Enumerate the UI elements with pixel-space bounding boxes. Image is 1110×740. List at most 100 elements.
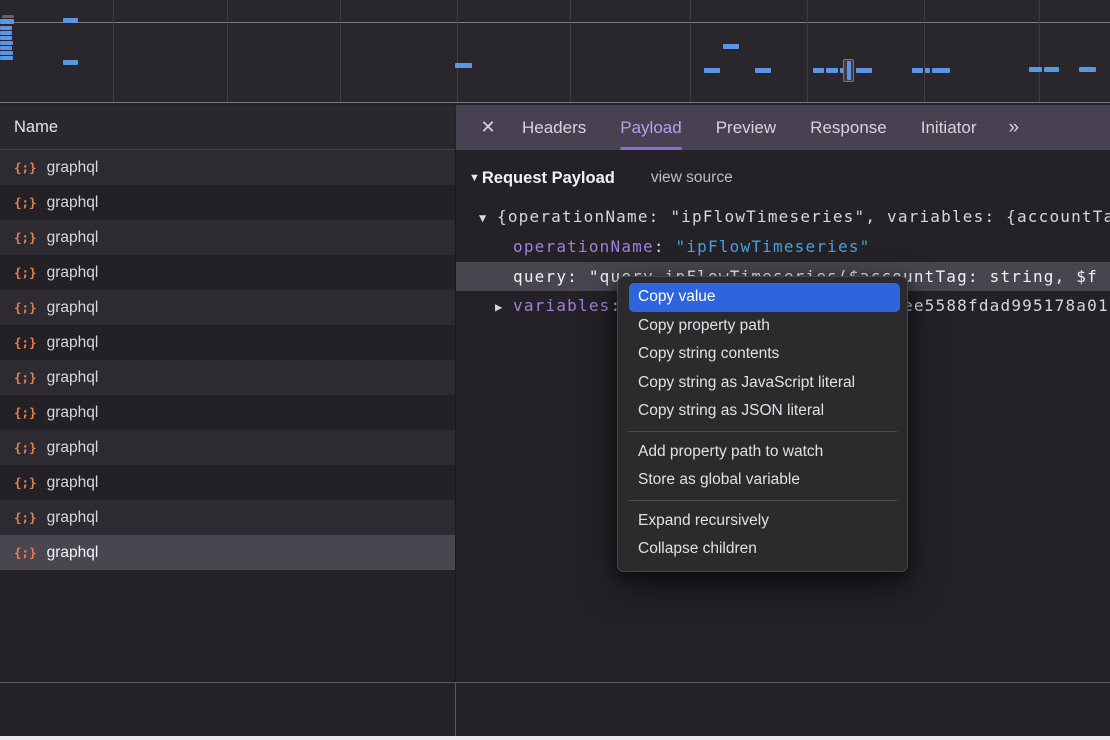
network-activity-bar: [0, 26, 12, 30]
menu-item-copy-string-as-javascript-literal[interactable]: Copy string as JavaScript literal: [629, 369, 900, 398]
key-value-separator: :: [654, 237, 676, 256]
collapsed-arrow-icon[interactable]: ▶: [495, 293, 513, 322]
network-activity-bar: [455, 63, 472, 68]
expand-arrow-icon[interactable]: ▼: [479, 204, 497, 233]
tab-payload[interactable]: Payload: [620, 105, 681, 150]
property-key: variables: [513, 296, 611, 315]
request-row[interactable]: {;} graphql: [0, 150, 455, 185]
request-name: graphql: [47, 299, 99, 317]
json-icon: {;}: [14, 510, 37, 525]
json-icon: {;}: [14, 195, 37, 210]
overview-gridline: [340, 0, 341, 102]
request-row[interactable]: {;}graphql: [0, 465, 455, 500]
request-row[interactable]: {;}graphql: [0, 220, 455, 255]
request-name: graphql: [47, 229, 99, 247]
overview-gridline: [457, 0, 458, 102]
menu-item-copy-value[interactable]: Copy value: [629, 283, 900, 312]
close-icon[interactable]: ✕: [478, 117, 498, 138]
menu-item-store-as-global-variable[interactable]: Store as global variable: [629, 466, 900, 495]
overview-gridline: [1039, 0, 1040, 102]
menu-item-copy-string-as-json-literal[interactable]: Copy string as JSON literal: [629, 397, 900, 426]
overview-gridline: [924, 0, 925, 102]
network-activity-bar: [704, 68, 720, 73]
request-row[interactable]: {;} graphql: [0, 185, 455, 220]
requests-table: Name {;}graphql{;}graphql{;}graphql{;}gr…: [0, 105, 455, 682]
network-activity-bar: [0, 41, 13, 45]
overview-lane-divider: [0, 22, 1110, 23]
request-row[interactable]: {;} graphql: [0, 500, 455, 535]
name-column-header[interactable]: Name: [0, 105, 455, 150]
network-overview[interactable]: [0, 0, 1110, 103]
tab-preview[interactable]: Preview: [716, 105, 776, 150]
network-activity-bar: [755, 68, 771, 73]
request-rows: {;} graphql {;} graphql {;} graphql {;} graphql…: [0, 150, 455, 570]
tab-headers[interactable]: Headers: [522, 105, 586, 150]
view-source-link[interactable]: view source: [651, 169, 733, 187]
json-icon: {;}: [14, 300, 37, 315]
json-icon: {;}: [14, 265, 37, 280]
footer-divider: [455, 682, 456, 736]
network-activity-bar: [0, 31, 12, 35]
network-activity-bar: [1079, 67, 1096, 72]
section-expand-icon[interactable]: ▼: [469, 172, 480, 184]
request-name: graphql: [47, 264, 99, 282]
json-icon: {;}: [14, 335, 37, 350]
request-name: graphql: [47, 509, 99, 527]
json-icon: {;}: [14, 545, 37, 560]
network-activity-bar: [63, 60, 78, 65]
menu-item-expand-recursively[interactable]: Expand recursively: [629, 507, 900, 536]
overview-gridline: [113, 0, 114, 102]
devtools-network-panel: Name {;}graphql{;}graphql{;}graphql{;}gr…: [0, 0, 1110, 740]
detail-tabs: ✕ Headers Payload Preview Response Initiator…: [456, 105, 1110, 150]
more-tabs-icon[interactable]: »: [1008, 117, 1017, 139]
network-activity-bar: [2, 15, 14, 18]
request-row[interactable]: {;} graphql: [0, 360, 455, 395]
overview-gridline: [807, 0, 808, 102]
request-row[interactable]: {;}graphql: [0, 395, 455, 430]
network-activity-bar: [813, 68, 824, 73]
property-key: operationName: [513, 237, 654, 256]
json-icon: {;}: [14, 370, 37, 385]
request-row[interactable]: {;} graphql: [0, 430, 455, 465]
tabs-holder: Headers Payload Preview Response Initiator: [522, 105, 976, 150]
request-name: graphql: [47, 194, 99, 212]
request-payload-section[interactable]: ▼ Request Payload view source: [469, 163, 733, 193]
request-row[interactable]: {;} graphql: [0, 290, 455, 325]
json-icon: {;}: [14, 405, 37, 420]
name-column-label: Name: [14, 118, 58, 137]
request-row[interactable]: {;} graphql: [0, 255, 455, 290]
network-activity-bar: [0, 36, 12, 40]
menu-item-add-property-path-to-watch[interactable]: Add property path to watch: [629, 438, 900, 467]
menu-separator: [628, 500, 897, 501]
request-row[interactable]: {;}graphql: [0, 325, 455, 360]
tab-response[interactable]: Response: [810, 105, 887, 150]
request-name: graphql: [47, 159, 99, 177]
overview-gridline: [570, 0, 571, 102]
request-name: graphql: [47, 439, 99, 457]
network-activity-bar: [932, 68, 950, 73]
payload-row-root[interactable]: ▼{operationName: "ipFlowTimeseries", var…: [456, 202, 1110, 231]
page-edge: [0, 736, 1110, 740]
menu-item-copy-property-path[interactable]: Copy property path: [629, 312, 900, 341]
context-menu: Copy valueCopy property pathCopy string …: [617, 276, 908, 572]
network-activity-bar: [63, 18, 78, 23]
network-activity-bar: [856, 68, 872, 73]
tab-initiator[interactable]: Initiator: [921, 105, 977, 150]
network-activity-bar: [1029, 67, 1042, 72]
request-name: graphql: [47, 369, 99, 387]
network-activity-bar: [0, 46, 12, 50]
network-activity-bar: [0, 56, 13, 60]
network-activity-bar: [1044, 67, 1059, 72]
json-icon: {;}: [14, 440, 37, 455]
menu-item-collapse-children[interactable]: Collapse children: [629, 535, 900, 564]
menu-item-copy-string-contents[interactable]: Copy string contents: [629, 340, 900, 369]
json-icon: {;}: [14, 160, 37, 175]
request-name: graphql: [47, 544, 99, 562]
overview-gridline: [227, 0, 228, 102]
root-object-preview: {operationName: "ipFlowTimeseries", vari…: [497, 207, 1110, 226]
network-activity-bar: [0, 51, 13, 55]
request-row[interactable]: {;} graphql: [0, 535, 455, 570]
network-activity-bar: [0, 19, 14, 24]
payload-row-operation-name[interactable]: operationName: "ipFlowTimeseries": [456, 232, 1110, 261]
json-icon: {;}: [14, 475, 37, 490]
